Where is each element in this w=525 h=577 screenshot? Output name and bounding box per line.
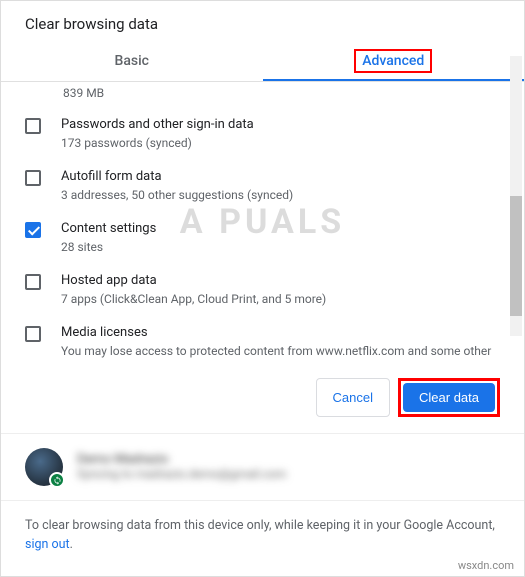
tabs: Basic Advanced — [1, 41, 524, 82]
dialog-actions: Cancel Clear data — [1, 362, 524, 434]
avatar — [25, 448, 63, 486]
tab-advanced[interactable]: Advanced — [263, 41, 525, 81]
clear-data-highlight: Clear data — [398, 378, 500, 417]
option-title: Hosted app data — [61, 272, 500, 290]
footer-text: To clear browsing data from this device … — [1, 501, 524, 571]
account-email: Syncing to madrazio.demo@gmail.com — [77, 467, 286, 483]
option-title: Content settings — [61, 220, 500, 238]
sign-out-link[interactable]: sign out — [25, 537, 70, 552]
footer-message: To clear browsing data from this device … — [25, 518, 495, 533]
clear-browsing-data-dialog: Clear browsing data Basic Advanced A PUA… — [1, 1, 524, 571]
checkbox-autofill[interactable] — [25, 170, 41, 186]
tab-advanced-label: Advanced — [354, 49, 432, 73]
tab-basic[interactable]: Basic — [1, 41, 263, 81]
option-passwords[interactable]: Passwords and other sign-in data 173 pas… — [25, 108, 500, 160]
option-hosted-app-data[interactable]: Hosted app data 7 apps (Click&Clean App,… — [25, 264, 500, 316]
checkbox-hosted-app-data[interactable] — [25, 274, 41, 290]
options-scroll-area[interactable]: A PUALS 839 MB Passwords and other sign-… — [1, 82, 524, 362]
option-media-licenses[interactable]: Media licenses You may lose access to pr… — [25, 316, 500, 362]
option-desc: 173 passwords (synced) — [61, 135, 500, 152]
option-content-settings[interactable]: Content settings 28 sites — [25, 212, 500, 264]
clear-data-button[interactable]: Clear data — [403, 383, 495, 412]
option-desc: 28 sites — [61, 239, 500, 256]
checkbox-media-licenses[interactable] — [25, 326, 41, 342]
tab-indicator — [263, 79, 525, 81]
option-desc: You may lose access to protected content… — [61, 343, 500, 362]
option-autofill[interactable]: Autofill form data 3 addresses, 50 other… — [25, 160, 500, 212]
option-title: Media licenses — [61, 324, 500, 342]
account-name: Demo Madrazio — [77, 452, 286, 467]
sync-icon — [49, 472, 65, 488]
account-row: Demo Madrazio Syncing to madrazio.demo@g… — [1, 434, 524, 501]
tab-basic-label: Basic — [115, 53, 149, 69]
option-desc: 7 apps (Click&Clean App, Cloud Print, an… — [61, 291, 500, 308]
option-desc: 3 addresses, 50 other suggestions (synce… — [61, 187, 500, 204]
checkbox-passwords[interactable] — [25, 118, 41, 134]
scrollbar-track[interactable] — [510, 56, 522, 336]
dialog-title: Clear browsing data — [1, 1, 524, 41]
option-title: Passwords and other sign-in data — [61, 116, 500, 134]
option-title: Autofill form data — [61, 168, 500, 186]
checkbox-content-settings[interactable] — [25, 222, 41, 238]
truncated-prev-item: 839 MB — [25, 82, 500, 108]
cancel-button[interactable]: Cancel — [316, 378, 390, 417]
site-credit: wsxdn.com — [458, 559, 514, 572]
scrollbar-thumb[interactable] — [510, 196, 522, 316]
